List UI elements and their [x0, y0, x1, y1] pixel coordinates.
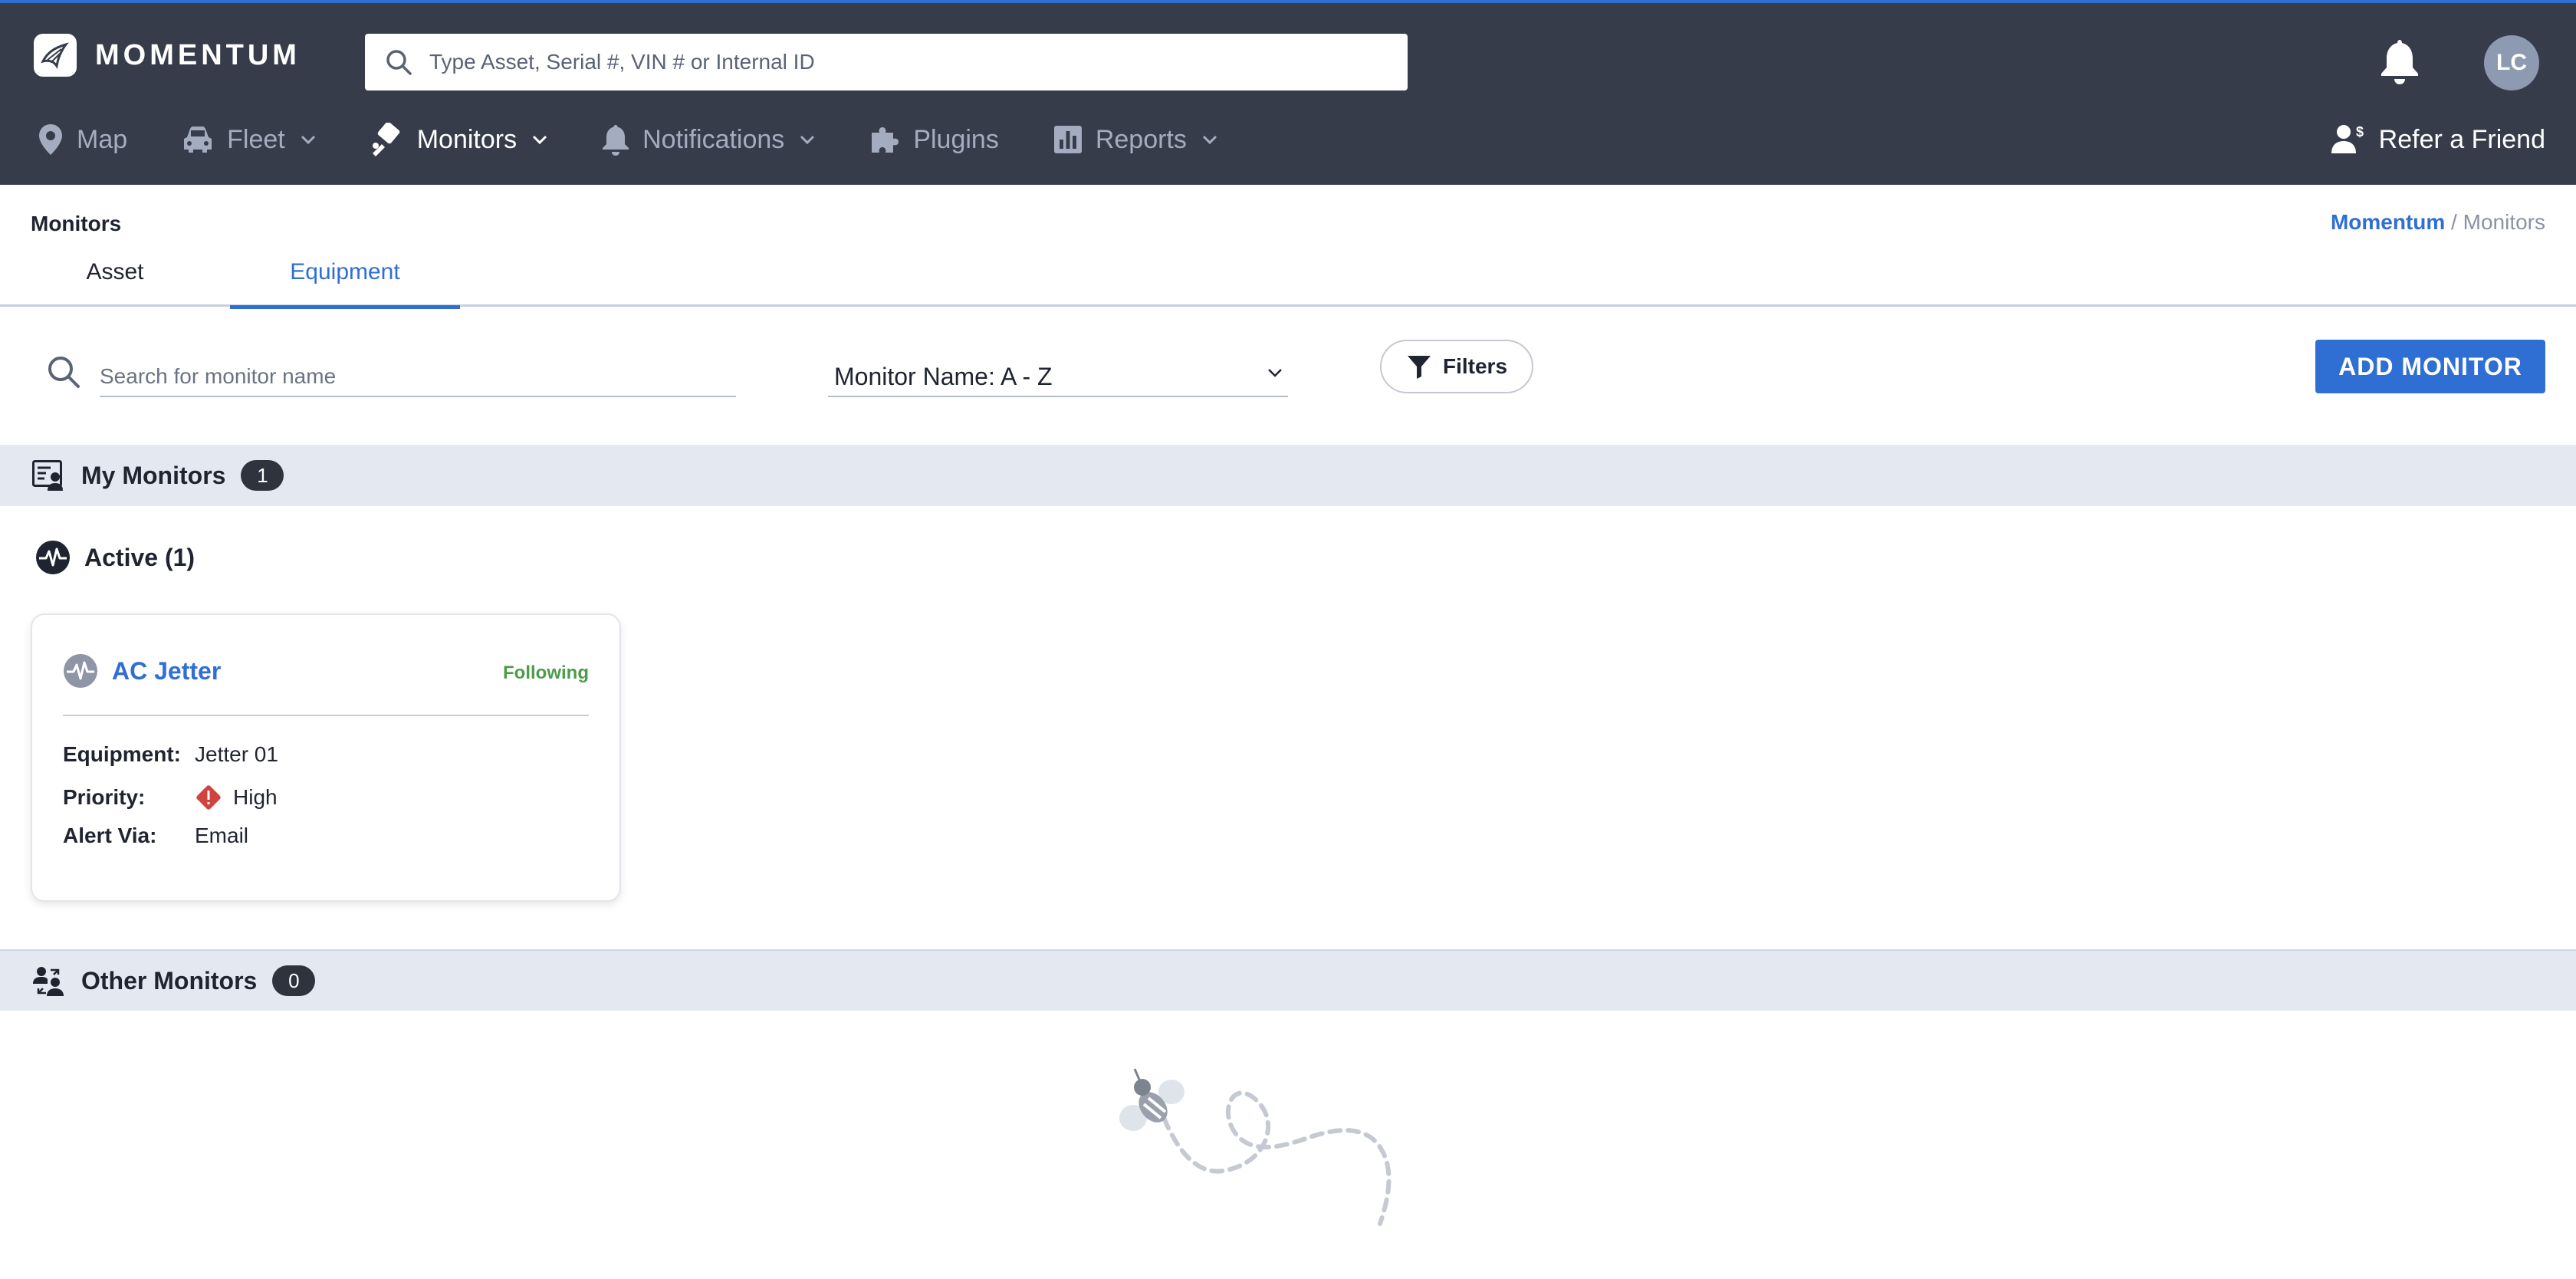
chevron-down-icon [1202, 135, 1217, 145]
filters-button[interactable]: Filters [1380, 340, 1533, 393]
global-search[interactable] [365, 34, 1408, 90]
nav-map-label: Map [77, 124, 128, 154]
card-field-value: Jetter 01 [195, 742, 278, 766]
chevron-down-icon [301, 135, 315, 145]
notification-bell-icon[interactable] [2378, 37, 2421, 86]
monitor-card-header: AC Jetter Following [63, 652, 589, 690]
other-monitors-count-badge: 0 [272, 965, 316, 996]
breadcrumb-root-link[interactable]: Momentum [2331, 210, 2445, 234]
momentum-logo[interactable]: MOMENTUM [34, 34, 301, 77]
following-status: Following [503, 663, 589, 683]
bar-chart-icon [1053, 126, 1082, 153]
card-field-label: Priority: [63, 785, 146, 809]
heartbeat-icon [64, 654, 97, 688]
my-monitors-section: My Monitors 1 [0, 445, 2576, 506]
sort-select-value: Monitor Name: A - Z [834, 362, 1053, 390]
logo-mark-icon [34, 34, 77, 77]
card-field-label: Equipment: [63, 742, 181, 766]
active-group-label: Active (1) [84, 543, 196, 571]
monitor-name-link[interactable]: AC Jetter [112, 657, 221, 686]
chevron-down-icon [800, 135, 815, 145]
card-divider [63, 715, 589, 716]
top-header: MOMENTUM LC Map Fleet [0, 0, 2576, 185]
chevron-down-icon [533, 135, 547, 145]
tab-asset[interactable]: Asset [31, 259, 199, 307]
map-pin-icon [39, 124, 62, 155]
empty-state-bee-illustration [1119, 1068, 1392, 1226]
monitor-tabs: Asset Equipment [0, 245, 2576, 309]
my-monitors-count-badge: 1 [241, 460, 284, 491]
card-field-value: Email [195, 824, 249, 847]
other-monitors-section: Other Monitors 0 [0, 949, 2576, 1011]
my-monitors-title: My Monitors [81, 461, 226, 489]
card-field-label: Alert Via: [63, 824, 157, 847]
nav-reports-label: Reports [1095, 124, 1187, 154]
card-row-alert-via: Alert Via: Email [63, 824, 248, 848]
card-row-priority: Priority: High [63, 784, 278, 811]
priority-high-icon [196, 785, 221, 810]
logo-text: MOMENTUM [95, 38, 301, 71]
monitors-icon [372, 123, 400, 156]
breadcrumb-current: Monitors [2463, 210, 2545, 234]
user-avatar[interactable]: LC [2484, 35, 2539, 90]
priority-value: High [233, 785, 278, 809]
chevron-down-icon [1268, 369, 1282, 377]
puzzle-icon [872, 127, 899, 153]
bell-icon [603, 125, 629, 156]
heartbeat-icon [36, 541, 70, 574]
user-list-icon [32, 460, 63, 491]
car-icon [184, 127, 212, 153]
breadcrumb-separator: / [2445, 210, 2463, 234]
nav-notifications-label: Notifications [642, 124, 785, 154]
nav-fleet[interactable]: Fleet [181, 125, 316, 155]
refer-a-friend-link[interactable]: $ Refer a Friend [2331, 118, 2545, 161]
svg-text:$: $ [2356, 124, 2364, 140]
breadcrumb: Momentum / Monitors [2331, 210, 2545, 235]
nav-monitors[interactable]: Monitors [370, 123, 547, 156]
refer-a-friend-label: Refer a Friend [2378, 124, 2545, 154]
monitor-search-field [100, 347, 736, 397]
nav-plugins[interactable]: Plugins [869, 123, 999, 156]
users-group-icon [33, 967, 64, 996]
nav-reports[interactable]: Reports [1053, 124, 1217, 155]
tab-equipment[interactable]: Equipment [230, 259, 460, 309]
nav-monitors-label: Monitors [416, 124, 518, 154]
search-icon [48, 357, 80, 388]
active-group-header: Active (1) [35, 540, 195, 575]
card-row-equipment: Equipment: Jetter 01 [63, 742, 278, 767]
monitor-search [46, 347, 736, 397]
monitor-search-input[interactable] [100, 353, 736, 389]
nav-notifications[interactable]: Notifications [601, 123, 815, 156]
nav-fleet-label: Fleet [227, 124, 285, 154]
add-monitor-button[interactable]: ADD MONITOR [2315, 340, 2545, 393]
filter-funnel-icon [1407, 356, 1431, 379]
nav-plugins-label: Plugins [913, 124, 999, 154]
monitor-card[interactable]: AC Jetter Following Equipment: Jetter 01… [31, 613, 621, 902]
user-dollar-icon: $ [2331, 124, 2364, 153]
card-field-value-wrap: High [195, 784, 278, 811]
sort-select[interactable]: Monitor Name: A - Z [828, 350, 1288, 397]
main-nav: Map Fleet Monitors Notifications Plugins… [37, 118, 1271, 161]
filters-button-label: Filters [1442, 354, 1508, 378]
page-title: Monitors [31, 212, 122, 235]
other-monitors-title: Other Monitors [81, 966, 258, 995]
search-icon [386, 50, 412, 75]
global-search-input[interactable] [429, 50, 1380, 74]
nav-map[interactable]: Map [37, 123, 127, 156]
